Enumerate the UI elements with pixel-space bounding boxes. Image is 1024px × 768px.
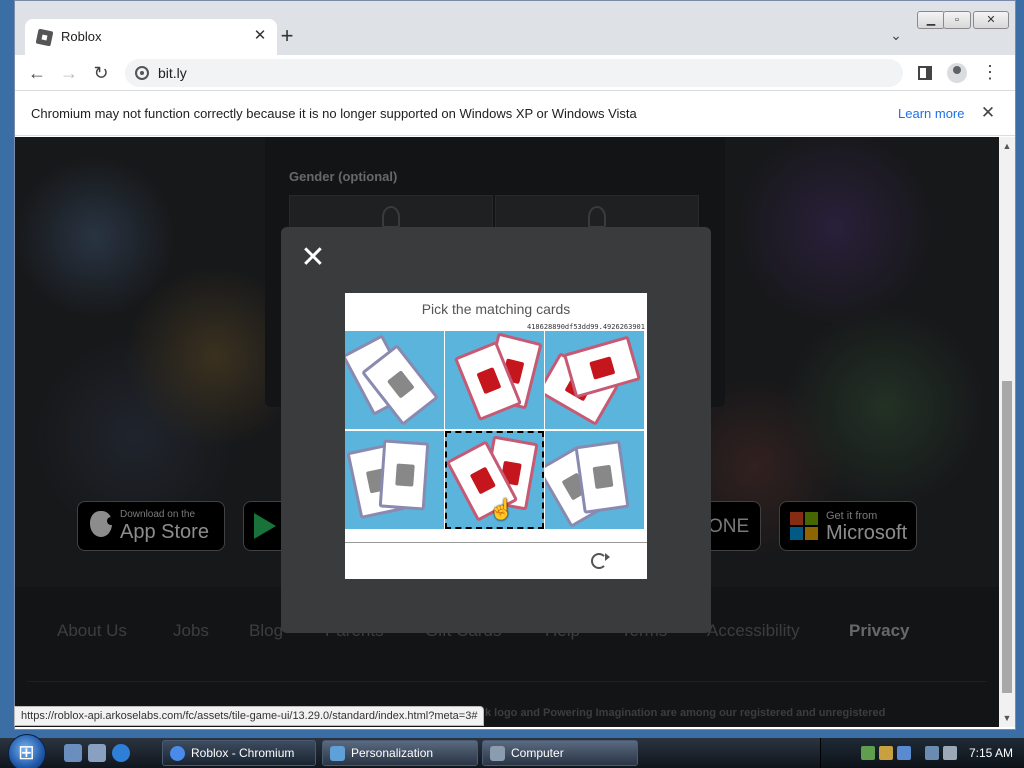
learn-more-link[interactable]: Learn more xyxy=(898,106,964,121)
address-bar[interactable]: bit.ly xyxy=(125,59,903,87)
site-info-icon[interactable] xyxy=(135,66,149,80)
task-computer[interactable]: Computer xyxy=(482,740,638,766)
show-desktop-icon[interactable] xyxy=(64,744,82,762)
captcha-challenge: Pick the matching cards 418628890df53dd9… xyxy=(345,293,647,579)
captcha-tile-1[interactable] xyxy=(345,331,444,429)
scrollbar-thumb[interactable] xyxy=(1002,381,1012,693)
hand-cursor-icon: ☝ xyxy=(489,499,514,521)
captcha-tile-symbol xyxy=(395,463,415,487)
tab-title: Roblox xyxy=(61,29,102,44)
back-button[interactable]: ← xyxy=(25,61,49,85)
minimize-button[interactable]: ▁ xyxy=(917,11,945,29)
captcha-tile-2[interactable] xyxy=(445,331,544,429)
switch-windows-icon[interactable] xyxy=(88,744,106,762)
unsupported-os-infobar: Chromium may not function correctly beca… xyxy=(15,91,1015,136)
roblox-favicon-icon xyxy=(35,28,54,47)
tray-app-icon[interactable] xyxy=(897,746,911,760)
computer-icon xyxy=(490,746,505,761)
internet-explorer-icon[interactable] xyxy=(112,744,130,762)
task-label: Computer xyxy=(511,746,564,760)
captcha-tile-3[interactable] xyxy=(545,331,644,429)
task-label: Personalization xyxy=(351,746,434,760)
tab-search-chevron-icon[interactable]: ⌄ xyxy=(885,27,907,47)
captcha-tile-symbol xyxy=(592,464,614,490)
captcha-tile-symbol xyxy=(386,370,415,399)
tab-close-icon[interactable]: ✕ xyxy=(250,26,270,46)
tab-roblox[interactable]: Roblox ✕ xyxy=(25,19,277,55)
captcha-tile-symbol xyxy=(476,367,502,395)
status-bubble-url: https://roblox-api.arkoselabs.com/fc/ass… xyxy=(14,706,485,726)
maximize-button[interactable]: ▫ xyxy=(943,11,971,29)
taskbar: Roblox - Chromium Personalization Comput… xyxy=(0,734,1024,768)
reload-challenge-icon[interactable] xyxy=(591,553,610,569)
volume-muted-icon[interactable] xyxy=(943,746,957,760)
browser-window: Roblox ✕ + ⌄ ▁ ▫ ✕ ← → ↻ bit.ly ⋮ Chromi… xyxy=(14,0,1016,730)
personalization-icon xyxy=(330,746,345,761)
vertical-scrollbar[interactable]: ▲ ▼ xyxy=(999,137,1015,727)
captcha-tile-6[interactable] xyxy=(545,431,644,529)
close-icon[interactable]: ✕ xyxy=(299,243,327,273)
captcha-session-id: 418628890df53dd99.4926263901 xyxy=(526,323,645,331)
captcha-title: Pick the matching cards xyxy=(421,301,571,317)
side-panel-icon[interactable] xyxy=(918,66,932,80)
tray-app-icon[interactable] xyxy=(879,746,893,760)
system-tray: 7:15 AM xyxy=(820,738,1024,768)
network-icon[interactable] xyxy=(925,746,939,760)
page-viewport: Gender (optional) Download on the App St… xyxy=(15,137,999,727)
url-text[interactable]: bit.ly xyxy=(158,65,187,81)
toolbar: ← → ↻ bit.ly ⋮ xyxy=(15,55,1015,91)
scroll-up-arrow-icon[interactable]: ▲ xyxy=(1002,141,1012,151)
infobar-close-icon[interactable]: ✕ xyxy=(979,103,997,123)
chromium-icon xyxy=(170,746,185,761)
captcha-tile-symbol xyxy=(589,356,616,380)
new-tab-button[interactable]: + xyxy=(275,25,299,49)
captcha-modal: ✕ Pick the matching cards 418628890df53d… xyxy=(281,227,711,633)
start-button[interactable] xyxy=(8,734,46,768)
captcha-divider xyxy=(345,542,647,543)
task-personalization[interactable]: Personalization xyxy=(322,740,478,766)
tray-app-icon[interactable] xyxy=(861,746,875,760)
clock[interactable]: 7:15 AM xyxy=(969,746,1013,760)
captcha-tile-4[interactable] xyxy=(345,431,444,529)
captcha-tile-symbol xyxy=(469,466,496,495)
scroll-down-arrow-icon[interactable]: ▼ xyxy=(1002,713,1012,723)
forward-button[interactable]: → xyxy=(57,61,81,85)
reload-button[interactable]: ↻ xyxy=(89,61,113,85)
task-label: Roblox - Chromium xyxy=(191,746,295,760)
profile-icon[interactable] xyxy=(947,63,967,83)
tab-strip: Roblox ✕ + ⌄ ▁ ▫ ✕ xyxy=(15,1,1015,55)
menu-icon[interactable]: ⋮ xyxy=(981,61,999,85)
infobar-message: Chromium may not function correctly beca… xyxy=(31,106,637,121)
close-window-button[interactable]: ✕ xyxy=(973,11,1009,29)
task-roblox-chromium[interactable]: Roblox - Chromium xyxy=(162,740,316,766)
